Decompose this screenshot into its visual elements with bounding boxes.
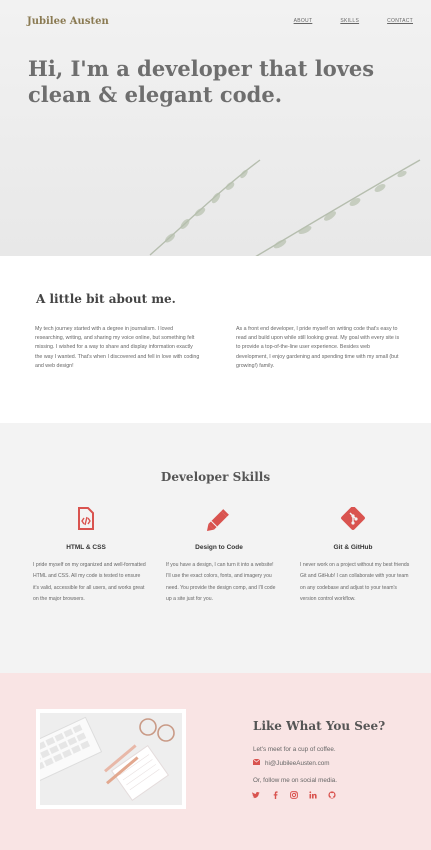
skill-card-html-css: HTML & CSS I pride myself on my organize… bbox=[26, 507, 146, 605]
skill-card-git-github: Git & GitHub I never work on a project w… bbox=[293, 507, 413, 605]
skill-text: I never work on a project without my bes… bbox=[300, 562, 410, 602]
github-icon[interactable] bbox=[328, 791, 336, 799]
skill-title: Design to Code bbox=[195, 544, 243, 551]
skill-title: HTML & CSS bbox=[66, 544, 106, 551]
linkedin-icon[interactable] bbox=[309, 791, 317, 799]
contact-coffee-text: Let's meet for a cup of coffee. bbox=[253, 746, 336, 753]
hero-section: Jubilee Austen ABOUT SKILLS CONTACT Hi, … bbox=[0, 0, 431, 256]
plant-image bbox=[149, 159, 421, 256]
pencil-icon bbox=[159, 507, 279, 531]
skills-section: Developer Skills HTML & CSS I pride myse… bbox=[0, 423, 431, 673]
about-paragraph-1: My tech journey started with a degree in… bbox=[35, 326, 200, 369]
social-links bbox=[252, 791, 336, 799]
hero-headline: Hi, I'm a developer that loves clean & e… bbox=[28, 56, 375, 107]
skill-title: Git & GitHub bbox=[333, 544, 373, 551]
instagram-icon[interactable] bbox=[290, 791, 298, 799]
contact-title: Like What You See? bbox=[253, 719, 386, 733]
skill-text: If you have a design, I can turn it into… bbox=[166, 562, 276, 602]
about-section: A little bit about me. My tech journey s… bbox=[0, 256, 431, 423]
skill-card-design-to-code: Design to Code If you have a design, I c… bbox=[159, 507, 279, 605]
brand-logo[interactable]: Jubilee Austen bbox=[27, 16, 109, 27]
main-nav: ABOUT SKILLS CONTACT bbox=[294, 18, 413, 24]
skills-title: Developer Skills bbox=[160, 470, 271, 484]
skill-text: I pride myself on my organized and well-… bbox=[33, 562, 146, 602]
nav-contact-link[interactable]: CONTACT bbox=[387, 18, 413, 24]
contact-social-text: Or, follow me on social media. bbox=[253, 777, 337, 784]
facebook-icon[interactable] bbox=[271, 791, 279, 799]
nav-skills-link[interactable]: SKILLS bbox=[340, 18, 359, 24]
contact-email-link[interactable]: hi@JubileeAusten.com bbox=[265, 760, 330, 767]
file-code-icon bbox=[26, 507, 146, 531]
twitter-icon[interactable] bbox=[252, 791, 260, 799]
contact-section: Like What You See? Let's meet for a cup … bbox=[0, 673, 431, 850]
about-paragraph-2: As a front end developer, I pride myself… bbox=[236, 326, 400, 369]
git-icon bbox=[293, 507, 413, 531]
envelope-icon bbox=[252, 758, 261, 767]
contact-email-row[interactable]: hi@JubileeAusten.com bbox=[252, 758, 330, 767]
about-title: A little bit about me. bbox=[36, 292, 176, 306]
desk-photo bbox=[36, 709, 186, 809]
nav-about-link[interactable]: ABOUT bbox=[294, 18, 313, 24]
